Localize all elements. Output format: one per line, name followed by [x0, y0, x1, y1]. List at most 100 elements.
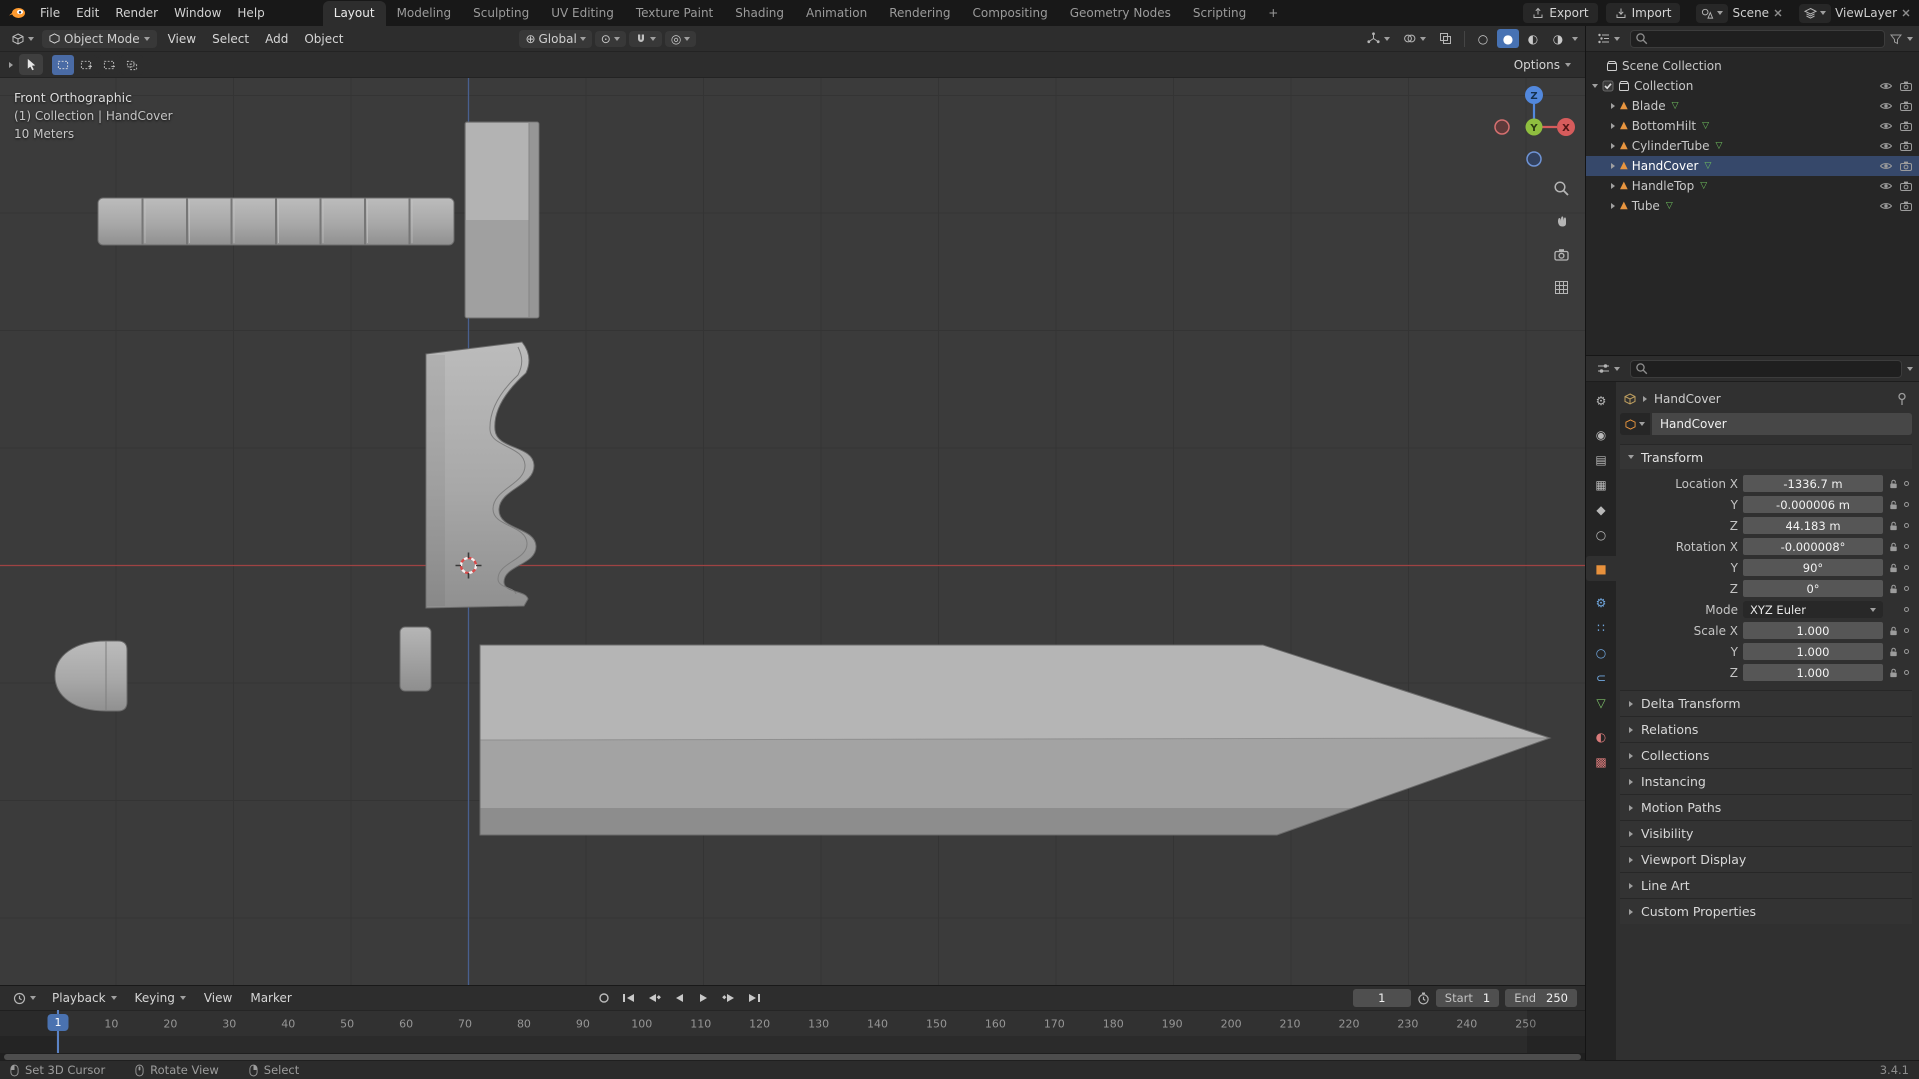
eye-icon[interactable]	[1879, 119, 1893, 133]
render-camera-icon[interactable]	[1899, 179, 1913, 193]
workspace-tab[interactable]: Scripting	[1182, 1, 1257, 26]
number-field[interactable]: 90°	[1743, 559, 1883, 576]
number-field[interactable]: -0.000006 m	[1743, 496, 1883, 513]
shading-solid-button[interactable]: ●	[1497, 29, 1519, 48]
number-field[interactable]: 44.183 m	[1743, 517, 1883, 534]
timeline-editor-selector[interactable]	[8, 990, 41, 1007]
collapsed-panel-header[interactable]: Collections	[1620, 742, 1912, 768]
shading-wireframe-button[interactable]: ○	[1472, 29, 1494, 48]
viewport-menu-item[interactable]: View	[160, 29, 204, 49]
pan-button[interactable]	[1551, 211, 1571, 231]
viewport-canvas[interactable]	[0, 78, 1585, 985]
topbar-menu-item[interactable]: Render	[107, 3, 166, 23]
pommel-block[interactable]	[464, 121, 540, 319]
animate-dot[interactable]	[1904, 565, 1909, 570]
collapsed-panel-header[interactable]: Custom Properties	[1620, 898, 1912, 924]
animate-dot[interactable]	[1904, 649, 1909, 654]
options-button[interactable]: Options	[1508, 56, 1577, 74]
render-camera-icon[interactable]	[1899, 139, 1913, 153]
animate-dot[interactable]	[1904, 628, 1909, 633]
number-field[interactable]: 1.000	[1743, 664, 1883, 681]
disclosure-closed-icon[interactable]	[1611, 123, 1615, 129]
animate-dot[interactable]	[1904, 607, 1909, 612]
animate-dot[interactable]	[1904, 586, 1909, 591]
shading-rendered-button[interactable]: ◑	[1547, 29, 1569, 48]
texture-tab[interactable]: ▩	[1586, 749, 1616, 774]
xray-toggle[interactable]	[1434, 30, 1457, 47]
number-field[interactable]: 0°	[1743, 580, 1883, 597]
viewport-menu-item[interactable]: Object	[296, 29, 351, 49]
particles-tab[interactable]: ∷	[1586, 615, 1616, 640]
camera-view-button[interactable]	[1551, 244, 1571, 264]
mode-selector[interactable]: Object Mode	[42, 29, 157, 48]
outliner-item[interactable]: ▲ Blade ▽	[1586, 96, 1919, 116]
eye-icon[interactable]	[1879, 199, 1893, 213]
rotation-mode-dropdown[interactable]: XYZ Euler	[1743, 601, 1883, 618]
lock-icon[interactable]	[1888, 499, 1899, 511]
render-tab[interactable]: ◉	[1586, 422, 1616, 447]
viewlayer-dropdown[interactable]	[1799, 3, 1832, 23]
handle-piece[interactable]	[399, 626, 432, 692]
handle-segments[interactable]	[97, 197, 455, 246]
data-tab[interactable]: ▽	[1586, 690, 1616, 715]
export-button[interactable]: Export	[1523, 3, 1598, 23]
topbar-menu-item[interactable]: Edit	[68, 3, 107, 23]
render-camera-icon[interactable]	[1899, 159, 1913, 173]
prev-keyframe-button[interactable]	[643, 990, 666, 1007]
transform-panel-header[interactable]: Transform	[1620, 444, 1912, 469]
constraints-tab[interactable]: ⊂	[1586, 665, 1616, 690]
outliner-item[interactable]: ▲ HandCover ▽	[1586, 156, 1919, 176]
outliner-item[interactable]: ▲ CylinderTube ▽	[1586, 136, 1919, 156]
viewlayer-tab[interactable]: ▦	[1586, 472, 1616, 497]
lock-icon[interactable]	[1888, 520, 1899, 532]
lock-icon[interactable]	[1888, 583, 1899, 595]
outliner-editor-selector[interactable]	[1592, 30, 1625, 47]
eye-icon[interactable]	[1879, 139, 1893, 153]
tool-tab[interactable]: ⚙	[1586, 388, 1616, 413]
view-menu[interactable]: View	[197, 989, 239, 1007]
workspace-tab[interactable]: Rendering	[878, 1, 961, 26]
animate-dot[interactable]	[1904, 502, 1909, 507]
timeline-ruler[interactable]: 10 20 30 40 50 60 70 80 90 100 110 120 130 140 150 160 1…	[0, 1010, 1585, 1036]
topbar-menu-item[interactable]: Window	[166, 3, 229, 23]
breadcrumb-object-name[interactable]: HandCover	[1654, 392, 1721, 406]
scene-name[interactable]: Scene	[1732, 6, 1769, 20]
collapsed-panel-header[interactable]: Motion Paths	[1620, 794, 1912, 820]
pin-icon[interactable]	[1896, 392, 1908, 406]
perspective-toggle-button[interactable]	[1551, 277, 1571, 297]
play-button[interactable]	[693, 990, 716, 1007]
material-tab[interactable]: ◐	[1586, 724, 1616, 749]
disclosure-closed-icon[interactable]	[1611, 163, 1615, 169]
world-tab[interactable]: ○	[1586, 522, 1616, 547]
viewlayer-name[interactable]: ViewLayer	[1835, 6, 1897, 20]
collapsed-panel-header[interactable]: Relations	[1620, 716, 1912, 742]
collapsed-panel-header[interactable]: Delta Transform	[1620, 690, 1912, 716]
pivot-point-selector[interactable]: ⊙	[594, 30, 626, 47]
playback-menu[interactable]: Playback	[45, 989, 124, 1007]
outliner-item[interactable]: ▲ BottomHilt ▽	[1586, 116, 1919, 136]
pommel-cap[interactable]	[54, 640, 128, 712]
animate-dot[interactable]	[1904, 544, 1909, 549]
eye-icon[interactable]	[1879, 79, 1893, 93]
workspace-tab[interactable]: Shading	[724, 1, 795, 26]
viewport-menu-item[interactable]: Select	[204, 29, 257, 49]
start-frame-field[interactable]: Start 1	[1435, 989, 1500, 1007]
import-button[interactable]: Import	[1605, 3, 1681, 23]
number-field[interactable]: 1.000	[1743, 643, 1883, 660]
outliner-search-input[interactable]	[1630, 29, 1885, 48]
scene-dropdown[interactable]	[1696, 3, 1729, 23]
select-subtract-button[interactable]	[98, 54, 120, 75]
select-intersect-button[interactable]	[121, 54, 143, 75]
animate-dot[interactable]	[1904, 670, 1909, 675]
outliner-item[interactable]: ▲ HandleTop ▽	[1586, 176, 1919, 196]
collection-row[interactable]: Collection	[1586, 76, 1919, 96]
output-tab[interactable]: ▤	[1586, 447, 1616, 472]
viewport-3d[interactable]: Front Orthographic (1) Collection | Hand…	[0, 78, 1585, 985]
current-frame-field[interactable]: 1	[1352, 989, 1411, 1007]
shading-dropdown-icon[interactable]	[1572, 36, 1578, 41]
workspace-tab[interactable]: Geometry Nodes	[1059, 1, 1182, 26]
collapsed-panel-header[interactable]: Visibility	[1620, 820, 1912, 846]
disclosure-closed-icon[interactable]	[1611, 203, 1615, 209]
disclosure-closed-icon[interactable]	[1611, 143, 1615, 149]
render-camera-icon[interactable]	[1899, 199, 1913, 213]
